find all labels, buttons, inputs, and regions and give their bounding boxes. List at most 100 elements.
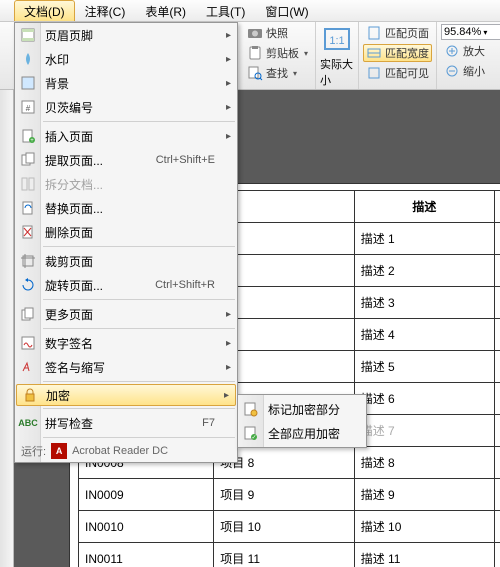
clipboard-icon [247, 45, 263, 61]
table-cell: 描述 10 [354, 511, 494, 543]
adobe-label: Acrobat Reader DC [72, 445, 168, 457]
table-cell: 续订 [495, 223, 500, 255]
snapshot-button[interactable]: 快照 [244, 24, 311, 42]
fit-width-icon [366, 45, 382, 61]
fit-page-button[interactable]: 匹配页面 [363, 24, 432, 42]
mi-digital-sign[interactable]: 数字签名 [15, 331, 237, 355]
mi-label: 裁剪页面 [45, 253, 93, 270]
fit-visible-label: 匹配可见 [385, 65, 429, 81]
smi-apply-all[interactable]: ✓ 全部应用加密 [238, 421, 366, 445]
fit-width-button[interactable]: 匹配宽度 [363, 44, 432, 62]
clipboard-button[interactable]: 剪贴板 [244, 44, 311, 62]
smi-label: 标记加密部分 [268, 401, 340, 418]
shortcut: Ctrl+Shift+E [156, 154, 215, 166]
col-header: 描述 [354, 191, 494, 223]
svg-text:✓: ✓ [251, 435, 256, 441]
smi-label: 全部应用加密 [268, 425, 340, 442]
menu-separator [43, 246, 235, 247]
spell-icon: ABC [19, 414, 37, 432]
zoom-in-button[interactable]: 放大 [441, 42, 500, 60]
mi-label: 页眉页脚 [45, 27, 93, 44]
zoom-in-label: 放大 [463, 43, 485, 59]
fit-visible-icon [366, 65, 382, 81]
mi-label: 删除页面 [45, 224, 93, 241]
actual-size-label: 实际大小 [320, 56, 354, 88]
fit-page-icon [366, 25, 382, 41]
apply-all-icon: ✓ [242, 424, 260, 442]
actual-size-button[interactable]: 1:1 [320, 24, 354, 54]
camera-icon [247, 25, 263, 41]
mi-rotate-pages[interactable]: 旋转页面...Ctrl+Shift+R [15, 273, 237, 297]
mi-spell-check[interactable]: ABC 拼写检查 F7 [15, 411, 237, 435]
menu-tools[interactable]: 工具(T) [196, 0, 255, 21]
encrypt-submenu: 标记加密部分 ✓ 全部应用加密 [237, 394, 367, 448]
menubar: 文档(D) 注释(C) 表单(R) 工具(T) 窗口(W) [0, 0, 500, 22]
find-button[interactable]: 查找 [244, 64, 311, 82]
table-cell: 项目 11 [214, 543, 354, 567]
mi-insert-pages[interactable]: + 插入页面 [15, 124, 237, 148]
mi-label: 拆分文档... [45, 176, 103, 193]
more-pages-icon [19, 305, 37, 323]
insert-page-icon: + [19, 127, 37, 145]
table-cell: IN0011 [79, 543, 214, 567]
mi-watermark[interactable]: 水印 [15, 47, 237, 71]
table-cell: 续订 [495, 351, 500, 383]
table-cell: 续订 [495, 287, 500, 319]
mi-label: 提取页面... [45, 152, 103, 169]
mi-crop-pages[interactable]: 裁剪页面 [15, 249, 237, 273]
watermark-icon [19, 50, 37, 68]
menu-separator [43, 328, 235, 329]
menu-form[interactable]: 表单(R) [135, 0, 196, 21]
mi-encrypt[interactable]: 加密 [16, 384, 236, 406]
mi-header-footer[interactable]: 页眉页脚 [15, 23, 237, 47]
table-row: IN0009项目 9描述 9续订 [79, 479, 500, 511]
table-cell: 续订 [495, 447, 500, 479]
mi-label: 拼写检查 [45, 415, 93, 432]
mi-replace-pages[interactable]: 替换页面... [15, 196, 237, 220]
svg-text:1:1: 1:1 [329, 35, 344, 47]
mi-label: 贝茨编号 [45, 99, 93, 116]
table-row: IN0011项目 11描述 11续订 [79, 543, 500, 567]
zoom-input[interactable]: 95.84% [441, 24, 500, 40]
shortcut: Ctrl+Shift+R [155, 279, 215, 291]
table-cell: 描述 11 [354, 543, 494, 567]
menu-separator [43, 299, 235, 300]
mi-background[interactable]: 背景 [15, 71, 237, 95]
menu-window[interactable]: 窗口(W) [255, 0, 318, 21]
document-menu: 页眉页脚 水印 背景 # 贝茨编号 + 插入页面 提取页面... Ctrl+Shift… [14, 22, 238, 463]
table-cell: 描述 8 [354, 447, 494, 479]
mi-label: 插入页面 [45, 128, 93, 145]
menu-document[interactable]: 文档(D) [14, 0, 75, 21]
menu-separator [43, 437, 235, 438]
run-label: 运行: [21, 443, 46, 459]
svg-text:#: # [26, 104, 31, 113]
fit-visible-button[interactable]: 匹配可见 [363, 64, 432, 82]
mi-sign-squeeze[interactable]: 签名与缩写 [15, 355, 237, 379]
mi-bates[interactable]: # 贝茨编号 [15, 95, 237, 119]
smi-mark-encrypt[interactable]: 标记加密部分 [238, 397, 366, 421]
mi-delete-pages[interactable]: 删除页面 [15, 220, 237, 244]
fit-page-label: 匹配页面 [385, 25, 429, 41]
table-cell: 续订 [495, 383, 500, 415]
table-cell: 项目 10 [214, 511, 354, 543]
menu-separator [43, 408, 235, 409]
mi-more-pages[interactable]: 更多页面 [15, 302, 237, 326]
lock-icon [21, 386, 39, 404]
shortcut: F7 [202, 417, 215, 429]
col-header: 单价 [495, 191, 500, 223]
mi-label: 背景 [45, 75, 69, 92]
table-cell: 描述 2 [354, 255, 494, 287]
zoom-out-button[interactable]: 缩小 [441, 62, 500, 80]
table-cell: 续订 [495, 319, 500, 351]
mi-label: 更多页面 [45, 306, 93, 323]
mi-label: 数字签名 [45, 335, 93, 352]
menu-comment[interactable]: 注释(C) [75, 0, 136, 21]
clipboard-label: 剪贴板 [266, 45, 299, 61]
table-cell: 续订 [495, 255, 500, 287]
bates-icon: # [19, 98, 37, 116]
mi-extract-pages[interactable]: 提取页面... Ctrl+Shift+E [15, 148, 237, 172]
sign-squeeze-icon [19, 358, 37, 376]
mi-label: 替换页面... [45, 200, 103, 217]
menu-separator [43, 381, 235, 382]
mi-run-adobe[interactable]: 运行:AAcrobat Reader DC [15, 440, 237, 462]
